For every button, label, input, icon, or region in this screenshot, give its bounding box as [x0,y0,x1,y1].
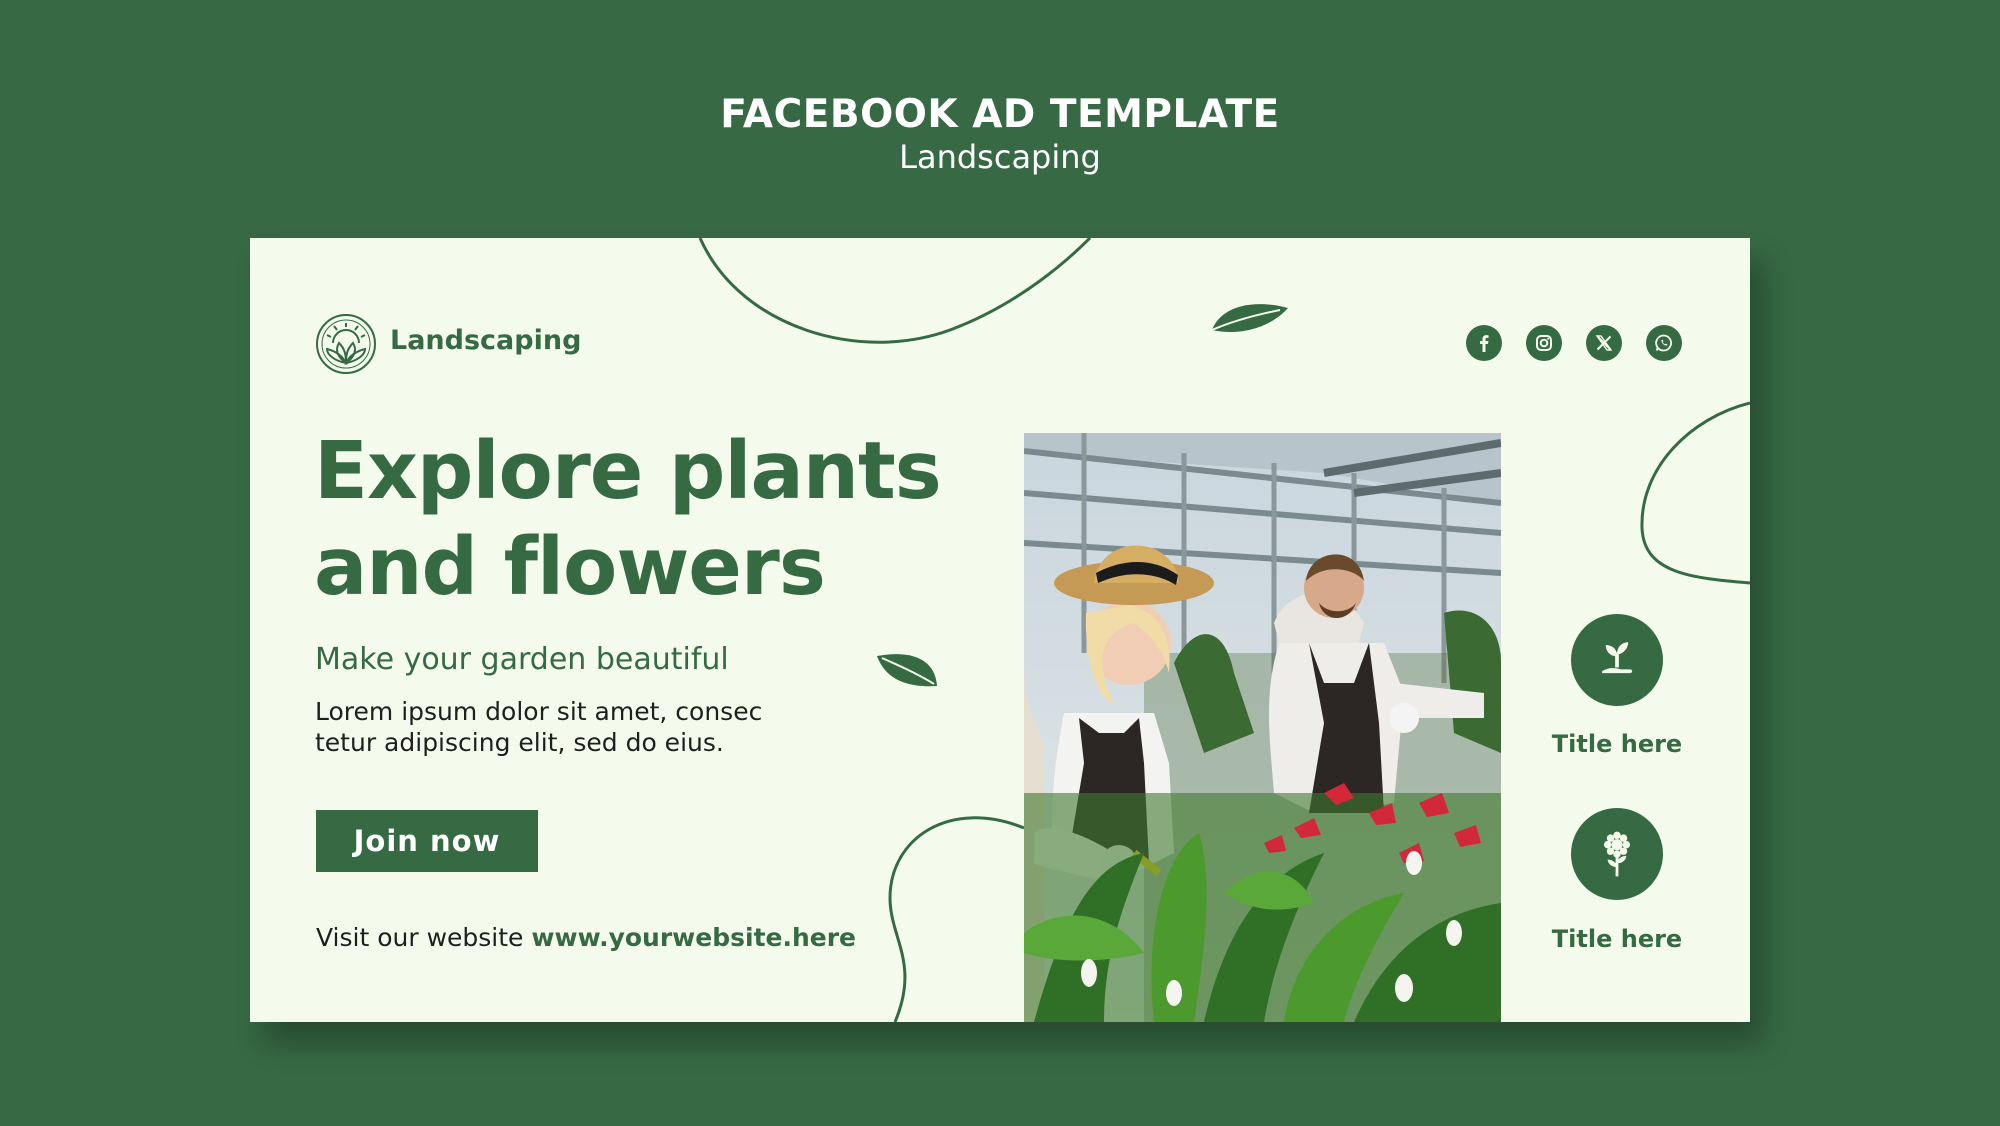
sprout-hand-icon [1571,614,1663,706]
body-line-2: tetur adipiscing elit, sed do eius. [315,728,724,757]
facebook-icon[interactable] [1466,325,1502,361]
website-prefix: Visit our website [316,923,524,952]
gardeners-photo [1024,433,1501,1022]
body-line-1: Lorem ipsum dolor sit amet, consec [315,697,763,726]
feature-title-2: Title here [1551,925,1683,953]
leaf-icon [877,654,937,687]
body-text: Lorem ipsum dolor sit amet, consec tetur… [315,696,835,758]
brand-name: Landscaping [390,325,582,356]
website-link[interactable]: www.yourwebsite.here [531,923,856,952]
sunrise-leaf-emblem-icon [316,314,376,374]
headline: Explore plants and flowers [314,423,1014,615]
website-line: Visit our website www.yourwebsite.here [316,923,856,952]
leaf-icon [1211,304,1288,332]
header-title: FACEBOOK AD TEMPLATE [720,92,1280,137]
header-subtitle: Landscaping [899,138,1101,176]
feature-title-1: Title here [1551,730,1683,758]
flower-icon [1571,808,1663,900]
headline-line-2: and flowers [314,521,826,613]
whatsapp-icon[interactable] [1646,325,1682,361]
headline-line-1: Explore plants [314,425,942,517]
join-now-button[interactable]: Join now [316,810,538,872]
instagram-icon[interactable] [1526,325,1562,361]
subheading: Make your garden beautiful [315,642,729,677]
x-icon[interactable] [1586,325,1622,361]
ad-card: Landscaping Explore plants and flowers M… [250,238,1750,1022]
